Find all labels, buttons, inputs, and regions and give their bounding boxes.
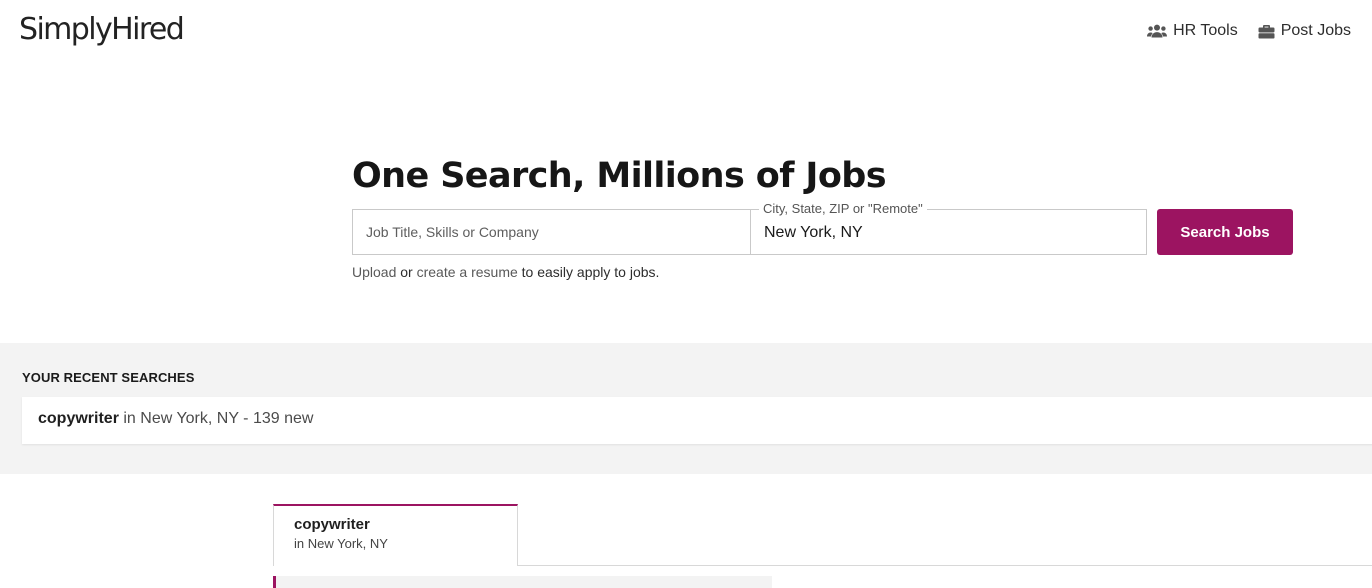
- header-nav: HR Tools Post Jobs: [1147, 22, 1351, 40]
- job-title-field: [352, 209, 751, 255]
- recent-searches-section: YOUR RECENT SEARCHES copywriter in New Y…: [0, 343, 1372, 474]
- tab-query: copywriter: [294, 516, 370, 533]
- recent-search-in: in: [123, 410, 136, 427]
- location-field: City, State, ZIP or "Remote": [750, 201, 1147, 255]
- resume-prompt: Upload or create a resume to easily appl…: [352, 264, 659, 280]
- users-icon: [1147, 24, 1168, 38]
- hr-tools-link[interactable]: HR Tools: [1147, 22, 1238, 40]
- job-result-card[interactable]: [273, 576, 772, 588]
- recent-searches-title: YOUR RECENT SEARCHES: [22, 370, 195, 385]
- hr-tools-label: HR Tools: [1173, 22, 1238, 39]
- simplyhired-logo[interactable]: SimplyHired: [19, 12, 185, 47]
- recent-search-count: 139 new: [252, 410, 314, 427]
- recent-search-query: copywriter: [38, 410, 119, 427]
- site-header: SimplyHired HR Tools Post Jobs: [0, 0, 1372, 68]
- page-title: One Search, Millions of Jobs: [352, 156, 887, 196]
- resume-or-text: or: [400, 264, 413, 280]
- tab-location: in New York, NY: [294, 536, 388, 551]
- location-label: City, State, ZIP or "Remote": [759, 201, 927, 217]
- create-resume-link[interactable]: create a resume: [417, 264, 518, 280]
- resume-rest-text: to easily apply to jobs.: [521, 264, 660, 280]
- recent-search-location: New York, NY: [140, 410, 239, 427]
- search-jobs-button[interactable]: Search Jobs: [1157, 209, 1293, 255]
- post-jobs-link[interactable]: Post Jobs: [1258, 22, 1351, 40]
- recent-search-item[interactable]: copywriter in New York, NY - 139 new: [22, 397, 1372, 444]
- job-title-input[interactable]: [353, 210, 750, 254]
- briefcase-icon: [1258, 24, 1275, 39]
- recent-search-separator: -: [243, 410, 249, 427]
- tab-copywriter[interactable]: copywriter in New York, NY: [273, 504, 518, 566]
- upload-resume-link[interactable]: Upload: [352, 264, 396, 280]
- post-jobs-label: Post Jobs: [1280, 22, 1351, 39]
